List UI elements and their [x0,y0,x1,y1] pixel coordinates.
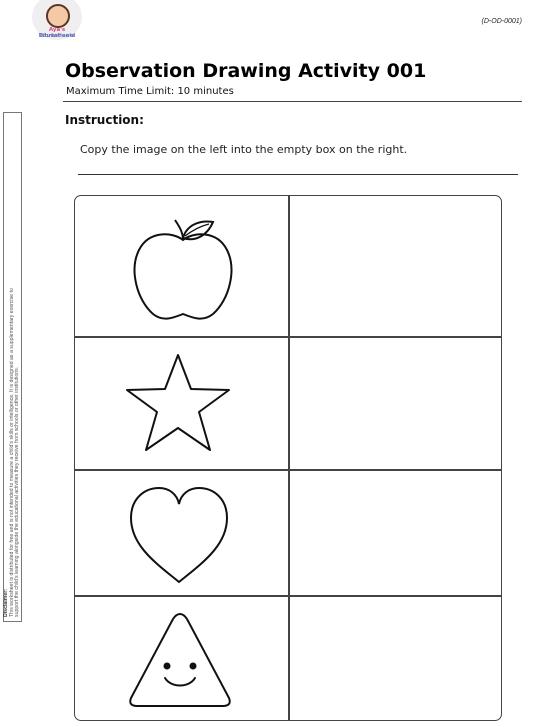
apple-icon [133,219,233,320]
grid-column-divider [288,196,290,720]
page-title: Observation Drawing Activity 001 [65,60,427,82]
time-limit: Maximum Time Limit: 10 minutes [66,86,234,97]
logo-text-line2: Worksheets [38,33,76,39]
instruction-divider [78,174,518,175]
star-icon [126,354,230,451]
logo: Aya's Educational Worksheets [30,0,84,44]
logo-girl-icon [46,4,70,28]
disclaimer-line2: support the child's learning alongside t… [14,366,21,617]
smiling-triangle-icon [129,612,231,707]
grid-row-divider [75,469,501,471]
instruction-text: Copy the image on the left into the empt… [80,143,408,156]
disclaimer-box: Disclaimer: This worksheet is distribute… [3,112,22,622]
drawing-grid [74,195,502,721]
grid-row-divider [75,336,501,338]
title-divider [63,101,522,102]
grid-row-divider [75,595,501,597]
heart-icon [129,486,229,584]
document-code: (D-OD-0001) [481,18,522,25]
instruction-heading: Instruction: [65,113,144,127]
